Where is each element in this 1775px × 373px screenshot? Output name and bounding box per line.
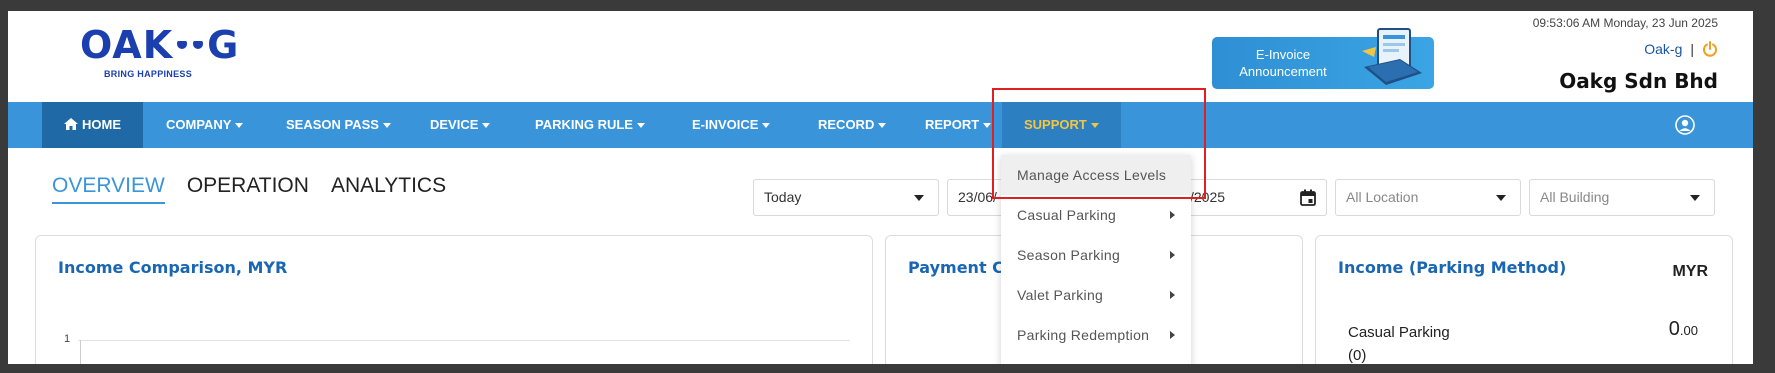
casual-parking-count: (0) (1348, 347, 1367, 364)
submenu-arrow-icon (1170, 211, 1175, 219)
nav-device-label: DEVICE (430, 117, 479, 132)
casual-parking-label: Casual Parking (1348, 324, 1450, 341)
casual-parking-row-label: Casual Parking (0) (1348, 321, 1450, 364)
tab-operation[interactable]: OPERATION (187, 174, 309, 204)
nav-season-pass[interactable]: SEASON PASS (264, 102, 413, 148)
caret-down-icon (1090, 123, 1099, 129)
period-select-value: Today (764, 189, 802, 205)
building-select[interactable]: All Building (1529, 179, 1715, 216)
user-profile-icon[interactable] (1675, 115, 1695, 135)
income-comparison-title: Income Comparison, MYR (58, 258, 288, 277)
menu-item-label: Season Parking (1017, 247, 1121, 263)
menu-item-season-parking[interactable]: Season Parking (1001, 235, 1191, 275)
tab-analytics[interactable]: ANALYTICS (331, 174, 446, 204)
dropdown-arrow-icon (914, 195, 924, 201)
caret-down-icon (983, 123, 992, 129)
dashboard-tabs: OVERVIEW OPERATION ANALYTICS (52, 174, 446, 204)
amount-decimal: .00 (1679, 323, 1698, 338)
submenu-arrow-icon (1170, 331, 1175, 339)
menu-item-label: Manage Access Levels (1017, 167, 1167, 183)
logo-mark: OAK G (80, 23, 240, 67)
menu-item-parking-redemption[interactable]: Parking Redemption (1001, 315, 1191, 355)
caret-down-icon (636, 123, 645, 129)
nav-parking-rule-label: PARKING RULE (535, 117, 633, 132)
logo-tagline: BRING HAPPINESS (104, 69, 193, 79)
nav-company-label: COMPANY (166, 117, 232, 132)
nav-record-label: RECORD (818, 117, 875, 132)
amount-integer: 0 (1668, 318, 1680, 340)
nav-company[interactable]: COMPANY (144, 102, 265, 148)
main-nav: HOME COMPANY SEASON PASS DEVICE PARKING … (8, 102, 1753, 148)
einvoice-announcement-banner[interactable]: E-Invoice Announcement (1212, 28, 1434, 89)
caret-down-icon (762, 123, 771, 129)
submenu-arrow-icon (1170, 291, 1175, 299)
app-frame: OAK G BRING HAPPINESS E-Invoice Announcem… (8, 11, 1753, 364)
home-icon (64, 118, 78, 130)
chart-axis-line (80, 340, 81, 364)
logo[interactable]: OAK G BRING HAPPINESS (80, 25, 240, 95)
period-select[interactable]: Today (753, 179, 939, 216)
menu-item-manage-access-levels[interactable]: Manage Access Levels (1001, 155, 1191, 195)
nav-report-label: REPORT (925, 117, 980, 132)
date-end-value: /2025 (1190, 189, 1226, 205)
location-select[interactable]: All Location (1335, 179, 1521, 216)
nav-home-label: HOME (82, 117, 121, 132)
nav-support-label: SUPPORT (1024, 117, 1087, 132)
nav-season-pass-label: SEASON PASS (286, 117, 379, 132)
caret-down-icon (878, 123, 887, 129)
menu-item-label: Parking Redemption (1017, 327, 1150, 343)
caret-down-icon (235, 123, 244, 129)
company-name: Oakg Sdn Bhd (1559, 69, 1718, 93)
nav-report[interactable]: REPORT (903, 102, 1013, 148)
menu-item-label: Casual Parking (1017, 207, 1117, 223)
datetime-display: 09:53:06 AM Monday, 23 Jun 2025 (1532, 16, 1718, 30)
caret-down-icon (482, 123, 491, 129)
location-select-value: All Location (1346, 189, 1419, 205)
income-comparison-card: Income Comparison, MYR 1 (35, 235, 873, 364)
nav-home[interactable]: HOME (42, 102, 143, 148)
currency-label: MYR (1672, 263, 1708, 280)
y-axis-tick: 1 (64, 333, 71, 345)
caret-down-icon (382, 123, 391, 129)
nav-parking-rule[interactable]: PARKING RULE (513, 102, 667, 148)
nav-e-invoice[interactable]: E-INVOICE (670, 102, 792, 148)
power-icon[interactable] (1702, 41, 1718, 57)
nav-e-invoice-label: E-INVOICE (692, 117, 759, 132)
nav-device[interactable]: DEVICE (408, 102, 512, 148)
laptop-icon (1362, 28, 1422, 85)
income-parking-method-card: Income (Parking Method) MYR Casual Parki… (1315, 235, 1733, 364)
nav-support[interactable]: SUPPORT (1002, 102, 1121, 148)
nav-record[interactable]: RECORD (796, 102, 908, 148)
support-dropdown-menu: Manage Access Levels Casual Parking Seas… (1001, 155, 1191, 364)
dropdown-arrow-icon (1690, 195, 1700, 201)
dropdown-arrow-icon (1496, 195, 1506, 201)
glasses-icon (177, 38, 204, 52)
menu-item-valet-parking[interactable]: Valet Parking (1001, 275, 1191, 315)
date-start-value: 23/06/ (958, 189, 997, 205)
einvoice-banner-line2: Announcement (1239, 64, 1327, 79)
menu-item-label: Valet Parking (1017, 287, 1104, 303)
calendar-icon[interactable] (1300, 189, 1316, 206)
username-link[interactable]: Oak-g (1644, 41, 1682, 57)
chart-gridline (78, 340, 850, 341)
user-separator: | (1690, 41, 1694, 57)
submenu-arrow-icon (1170, 251, 1175, 259)
income-parking-method-title: Income (Parking Method) (1338, 258, 1567, 277)
tab-overview[interactable]: OVERVIEW (52, 174, 165, 204)
user-area: Oak-g | (1644, 41, 1718, 57)
menu-item-casual-parking[interactable]: Casual Parking (1001, 195, 1191, 235)
building-select-value: All Building (1540, 189, 1610, 205)
einvoice-banner-line1: E-Invoice (1255, 47, 1311, 62)
casual-parking-amount: 0.00 (1669, 318, 1698, 341)
